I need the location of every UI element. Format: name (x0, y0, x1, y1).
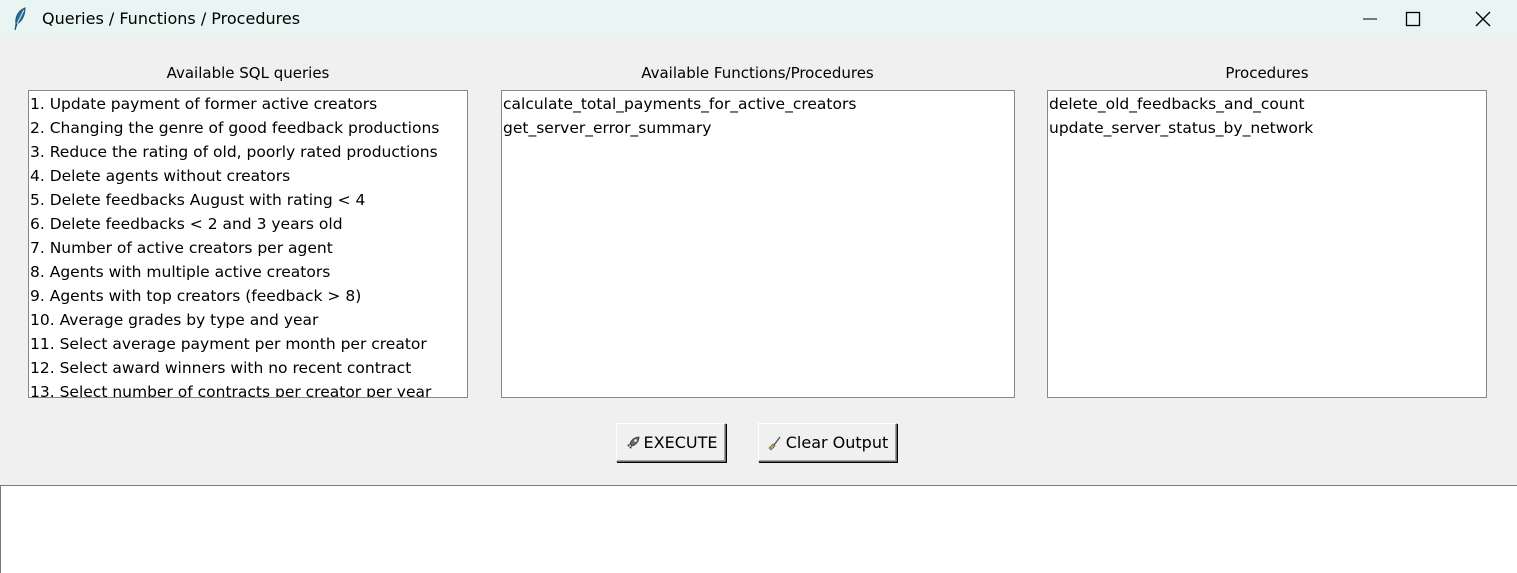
query-list-item[interactable]: 1. Update payment of former active creat… (29, 92, 467, 116)
query-list-item[interactable]: 2. Changing the genre of good feedback p… (29, 116, 467, 140)
query-list-item[interactable]: 9. Agents with top creators (feedback > … (29, 284, 467, 308)
clear-output-label: Clear Output (785, 433, 889, 452)
procedure-list-item[interactable]: delete_old_feedbacks_and_count (1048, 92, 1486, 116)
minimize-icon (1363, 18, 1377, 20)
query-list-item[interactable]: 7. Number of active creators per agent (29, 236, 467, 260)
query-list-item[interactable]: 12. Select award winners with no recent … (29, 356, 467, 380)
window-title: Queries / Functions / Procedures (42, 9, 301, 28)
procedure-list-item[interactable]: update_server_status_by_network (1048, 116, 1486, 140)
feather-icon (12, 7, 28, 31)
functions-label: Available Functions/Procedures (641, 64, 874, 82)
query-list-item[interactable]: 8. Agents with multiple active creators (29, 260, 467, 284)
queries-listbox[interactable]: 1. Update payment of former active creat… (28, 90, 468, 398)
query-list-item[interactable]: 11. Select average payment per month per… (29, 332, 467, 356)
clear-output-button[interactable]: Clear Output (758, 423, 897, 462)
rocket-icon (625, 435, 641, 451)
query-list-item[interactable]: 10. Average grades by type and year (29, 308, 467, 332)
execute-label: EXECUTE (643, 433, 718, 452)
function-list-item[interactable]: calculate_total_payments_for_active_crea… (502, 92, 1014, 116)
minimize-button[interactable] (1347, 0, 1393, 38)
functions-listbox[interactable]: calculate_total_payments_for_active_crea… (501, 90, 1015, 398)
query-list-item[interactable]: 4. Delete agents without creators (29, 164, 467, 188)
procedures-listbox[interactable]: delete_old_feedbacks_and_count update_ser… (1047, 90, 1487, 398)
maximize-button[interactable] (1390, 0, 1436, 38)
close-icon (1475, 11, 1491, 27)
query-list-item[interactable]: 3. Reduce the rating of old, poorly rate… (29, 140, 467, 164)
procedures-label: Procedures (1225, 64, 1309, 82)
function-list-item[interactable]: get_server_error_summary (502, 116, 1014, 140)
close-button[interactable] (1460, 0, 1506, 38)
query-list-item[interactable]: 6. Delete feedbacks < 2 and 3 years old (29, 212, 467, 236)
broom-icon (767, 435, 783, 451)
execute-button[interactable]: EXECUTE (616, 423, 726, 462)
title-bar: Queries / Functions / Procedures (0, 0, 1517, 38)
maximize-icon (1405, 11, 1421, 27)
queries-label: Available SQL queries (166, 64, 330, 82)
query-list-item[interactable]: 5. Delete feedbacks August with rating <… (29, 188, 467, 212)
output-textarea[interactable] (0, 485, 1517, 573)
query-list-item[interactable]: 13. Select number of contracts per creat… (29, 380, 467, 397)
